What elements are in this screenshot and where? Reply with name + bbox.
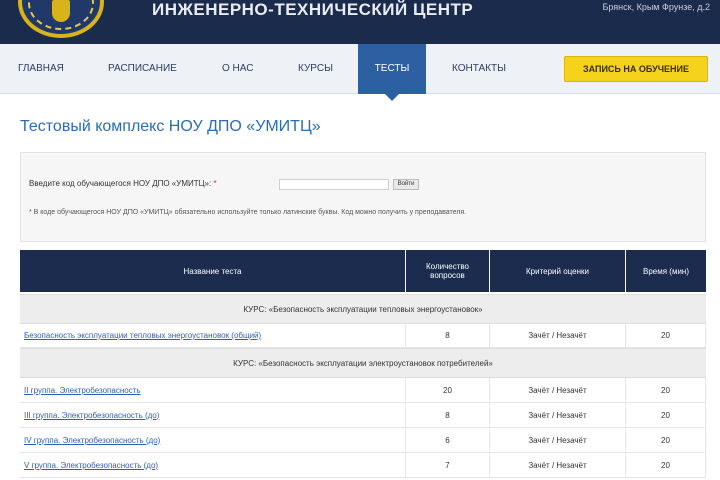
criterion: Зачёт / Незачёт	[490, 453, 626, 478]
page-title: Тестовый комплекс НОУ ДПО «УМИТЦ»	[20, 118, 321, 135]
nav-item-home[interactable]: Главная	[18, 44, 64, 94]
table-header-row: Название теста Количество вопросов Крите…	[20, 250, 706, 292]
questions-count: 7	[406, 453, 490, 478]
table-row: II группа. Электробезопасность 20 Зачёт …	[20, 378, 706, 403]
questions-count: 6	[406, 428, 490, 453]
column-header-criterion: Критерий оценки	[490, 250, 626, 292]
column-header-name: Название теста	[20, 250, 406, 292]
time-minutes: 20	[626, 403, 706, 428]
student-code-label-text: Введите код обучающегося НОУ ДПО «УМИТЦ»…	[29, 179, 212, 188]
signup-button[interactable]: Запись на обучение	[564, 56, 708, 82]
site-header: ИНЖЕНЕРНО-ТЕХНИЧЕСКИЙ ЦЕНТР Брянск, Крым…	[0, 0, 720, 44]
table-row: V группа. Электробезопасность (до) 7 Зач…	[20, 453, 706, 478]
nav-item-schedule[interactable]: Расписание	[108, 44, 177, 94]
logo-emblem-icon[interactable]	[18, 0, 104, 38]
test-link[interactable]: III группа. Электробезопасность (до)	[20, 403, 406, 428]
test-link[interactable]: V группа. Электробезопасность (до)	[20, 453, 406, 478]
column-header-questions: Количество вопросов	[406, 250, 490, 292]
questions-count: 8	[406, 403, 490, 428]
course-label: КУРС: «Безопасность эксплуатации тепловы…	[243, 304, 483, 314]
table-row: Безопасность эксплуатации тепловых энерг…	[20, 324, 706, 348]
nav-item-about[interactable]: О нас	[222, 44, 253, 94]
login-panel: Введите код обучающегося НОУ ДПО «УМИТЦ»…	[20, 152, 706, 242]
criterion: Зачёт / Незачёт	[490, 403, 626, 428]
site-title: ИНЖЕНЕРНО-ТЕХНИЧЕСКИЙ ЦЕНТР	[152, 0, 474, 19]
nav-item-tests[interactable]: Тесты	[358, 44, 426, 101]
student-code-label: Введите код обучающегося НОУ ДПО «УМИТЦ»…	[29, 179, 217, 188]
nav-item-courses[interactable]: Курсы	[298, 44, 333, 94]
table-row: III группа. Электробезопасность (до) 8 З…	[20, 403, 706, 428]
login-button[interactable]: Войти	[393, 179, 419, 190]
time-minutes: 20	[626, 453, 706, 478]
time-minutes: 20	[626, 378, 706, 403]
criterion: Зачёт / Незачёт	[490, 428, 626, 453]
criterion: Зачёт / Незачёт	[490, 378, 626, 403]
test-link[interactable]: Безопасность эксплуатации тепловых энерг…	[20, 324, 406, 348]
questions-count: 20	[406, 378, 490, 403]
criterion: Зачёт / Незачёт	[490, 324, 626, 348]
time-minutes: 20	[626, 428, 706, 453]
course-row: КУРС: «Безопасность эксплуатации электро…	[20, 348, 706, 378]
questions-count: 8	[406, 324, 490, 348]
logo-shield	[52, 0, 70, 22]
student-code-input[interactable]	[279, 179, 389, 190]
header-address: Брянск, Крым Фрунзе, д.2	[602, 2, 710, 12]
nav-item-contacts[interactable]: Контакты	[452, 44, 506, 94]
table-row: IV группа. Электробезопасность (до) 6 За…	[20, 428, 706, 453]
required-mark: *	[213, 179, 217, 188]
test-link[interactable]: II группа. Электробезопасность	[20, 378, 406, 403]
form-note: * В коде обучающегося НОУ ДПО «УМИТЦ» об…	[29, 209, 467, 216]
column-header-time: Время (мин)	[626, 250, 706, 292]
test-link[interactable]: IV группа. Электробезопасность (до)	[20, 428, 406, 453]
course-row: КУРС: «Безопасность эксплуатации тепловы…	[20, 294, 706, 324]
course-label: КУРС: «Безопасность эксплуатации электро…	[233, 358, 493, 368]
time-minutes: 20	[626, 324, 706, 348]
